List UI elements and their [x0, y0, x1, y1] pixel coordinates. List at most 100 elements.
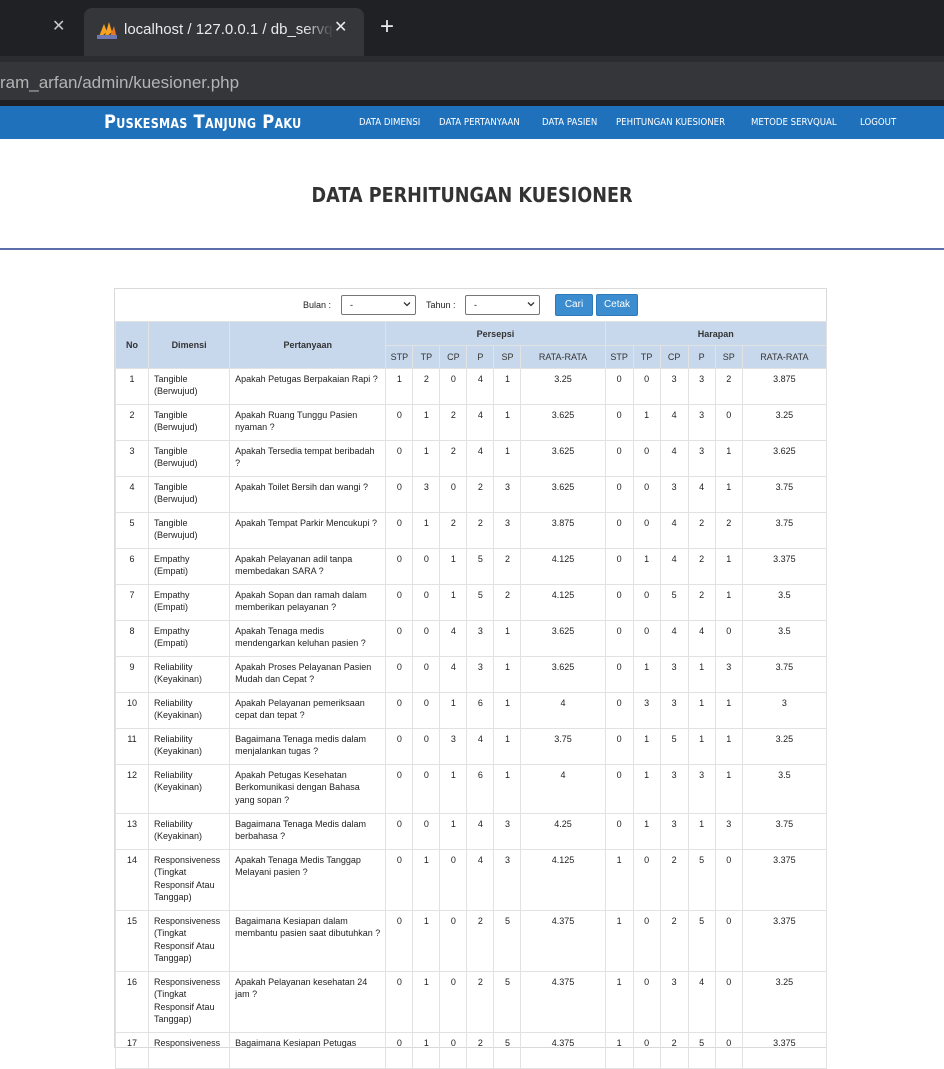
cell-harapan-p: 1 — [687, 656, 716, 693]
new-tab-plus-icon[interactable]: + — [380, 14, 394, 40]
cell-persepsi-rata-rata: 4 — [520, 764, 606, 814]
cell-persepsi-p: 3 — [466, 620, 495, 657]
cell-harapan-sp: 0 — [714, 910, 743, 972]
cell-dimensi: Tangible (Berwujud) — [148, 368, 231, 405]
table-row: 1 Tangible (Berwujud) Apakah Petugas Berpa… — [114, 368, 828, 405]
cell-persepsi-rata-rata: 3.875 — [520, 512, 606, 549]
cell-harapan-stp: 0 — [604, 440, 634, 477]
cell-persepsi-sp: 1 — [493, 368, 522, 405]
nav-pehitungan-kuesioner[interactable]: Pehitungan Kuesioner — [616, 116, 725, 130]
cell-harapan-stp: 0 — [604, 656, 634, 693]
cell-persepsi-sp: 1 — [493, 656, 522, 693]
cell-persepsi-p: 4 — [466, 813, 495, 850]
tab-title: localhost / 127.0.0.1 / db_servqual — [124, 20, 334, 40]
cell-persepsi-tp: 0 — [412, 584, 441, 621]
table-row: 8 Empathy (Empati) Apakah Tenaga medis men… — [114, 620, 828, 657]
cell-persepsi-cp: 0 — [439, 1032, 468, 1069]
cell-pertanyaan: Apakah Petugas Berpakaian Rapi ? — [229, 368, 387, 405]
cell-persepsi-stp: 0 — [385, 440, 414, 477]
cell-persepsi-p: 2 — [466, 910, 495, 972]
bulan-select[interactable]: - — [341, 295, 416, 315]
cell-harapan-tp: 0 — [632, 476, 661, 513]
tahun-select[interactable]: - — [465, 295, 540, 315]
cell-persepsi-rata-rata: 3.625 — [520, 656, 606, 693]
cell-pertanyaan: Apakah Pelayanan kesehatan 24 jam ? — [229, 971, 387, 1033]
cell-harapan-sp: 0 — [714, 1032, 743, 1069]
cell-persepsi-cp: 3 — [439, 728, 468, 765]
cell-no: 14 — [114, 849, 150, 911]
header-no: No — [114, 321, 150, 369]
table-row: 2 Tangible (Berwujud) Apakah Ruang Tunggu … — [114, 404, 828, 441]
bulan-label: Bulan : — [303, 300, 332, 310]
cell-persepsi-rata-rata: 3.625 — [520, 476, 606, 513]
url-text[interactable]: ram_arfan/admin/kuesioner.php — [0, 72, 239, 94]
cell-harapan-sp: 2 — [714, 512, 743, 549]
tab-close-icon[interactable]: ✕ — [334, 18, 347, 38]
cell-harapan-cp: 4 — [659, 512, 689, 549]
cell-persepsi-cp: 0 — [439, 849, 468, 911]
cari-button[interactable]: Cari — [555, 294, 593, 316]
cell-persepsi-sp: 3 — [493, 476, 522, 513]
cell-no: 8 — [114, 620, 150, 657]
cell-dimensi: Responsiveness — [148, 1032, 231, 1069]
cell-no: 16 — [114, 971, 150, 1033]
table-row: 13 Reliability (Keyakinan) Bagaimana Tenag… — [114, 813, 828, 850]
cell-harapan-rata-rata: 3.375 — [741, 849, 828, 911]
cell-persepsi-tp: 3 — [412, 476, 441, 513]
cell-harapan-p: 5 — [687, 910, 716, 972]
cell-harapan-rata-rata: 3.25 — [741, 971, 828, 1033]
filter-bar: Bulan : - Tahun : - Cari Cetak — [115, 293, 826, 317]
cell-harapan-stp: 1 — [604, 910, 634, 972]
cell-persepsi-stp: 0 — [385, 728, 414, 765]
cell-pertanyaan: Apakah Toilet Bersih dan wangi ? — [229, 476, 387, 513]
cell-pertanyaan: Apakah Proses Pelayanan Pasien Mudah dan… — [229, 656, 387, 693]
cell-persepsi-sp: 5 — [493, 910, 522, 972]
nav-data-dimensi[interactable]: Data Dimensi — [359, 116, 420, 130]
nav-logout[interactable]: Logout — [860, 116, 896, 130]
nav-metode-servqual[interactable]: Metode Servqual — [751, 116, 837, 130]
cell-harapan-sp: 1 — [714, 476, 743, 513]
previous-tab-close-icon[interactable]: ✕ — [52, 17, 65, 37]
cell-persepsi-cp: 2 — [439, 440, 468, 477]
nav-data-pasien[interactable]: Data Pasien — [542, 116, 597, 130]
cell-harapan-tp: 0 — [632, 584, 661, 621]
cell-harapan-stp: 0 — [604, 692, 634, 729]
address-bar[interactable]: ram_arfan/admin/kuesioner.php — [0, 56, 944, 104]
cell-harapan-stp: 0 — [604, 813, 634, 850]
site-navbar: Puskesmas Tanjung Paku Data Dimensi Data… — [0, 106, 944, 139]
table-row: 12 Reliability (Keyakinan) Apakah Petugas … — [114, 764, 828, 814]
cell-persepsi-stp: 0 — [385, 910, 414, 972]
cetak-button[interactable]: Cetak — [596, 294, 638, 316]
cell-harapan-tp: 0 — [632, 620, 661, 657]
cell-persepsi-stp: 0 — [385, 548, 414, 585]
cell-harapan-p: 4 — [687, 476, 716, 513]
cell-harapan-stp: 1 — [604, 971, 634, 1033]
cell-persepsi-cp: 1 — [439, 584, 468, 621]
cell-dimensi: Empathy (Empati) — [148, 620, 231, 657]
cell-harapan-rata-rata: 3.75 — [741, 813, 828, 850]
header-persepsi-stp: STP — [385, 345, 414, 369]
bulan-select-value: - — [350, 300, 353, 310]
cell-harapan-tp: 3 — [632, 692, 661, 729]
cell-persepsi-p: 4 — [466, 849, 495, 911]
cell-harapan-p: 1 — [687, 692, 716, 729]
brand-title[interactable]: Puskesmas Tanjung Paku — [104, 111, 301, 134]
cell-harapan-p: 2 — [687, 548, 716, 585]
cell-dimensi: Responsiveness (Tingkat Responsif Atau T… — [148, 849, 231, 911]
cell-persepsi-tp: 0 — [412, 764, 441, 814]
cell-persepsi-sp: 1 — [493, 692, 522, 729]
cell-persepsi-p: 2 — [466, 476, 495, 513]
cell-dimensi: Responsiveness (Tingkat Responsif Atau T… — [148, 910, 231, 972]
cell-persepsi-tp: 0 — [412, 813, 441, 850]
cell-persepsi-p: 3 — [466, 656, 495, 693]
browser-tab-active[interactable]: localhost / 127.0.0.1 / db_servqual ✕ — [84, 8, 364, 56]
cell-pertanyaan: Apakah Tempat Parkir Mencukupi ? — [229, 512, 387, 549]
cell-harapan-sp: 0 — [714, 620, 743, 657]
cell-harapan-sp: 1 — [714, 548, 743, 585]
header-harapan: Harapan — [604, 321, 828, 346]
nav-data-pertanyaan[interactable]: Data Pertanyaan — [439, 116, 520, 130]
cell-pertanyaan: Apakah Tenaga medis mendengarkan keluhan… — [229, 620, 387, 657]
section-divider — [0, 248, 944, 250]
phpmyadmin-logo-icon — [97, 22, 117, 39]
cell-persepsi-rata-rata: 4 — [520, 692, 606, 729]
